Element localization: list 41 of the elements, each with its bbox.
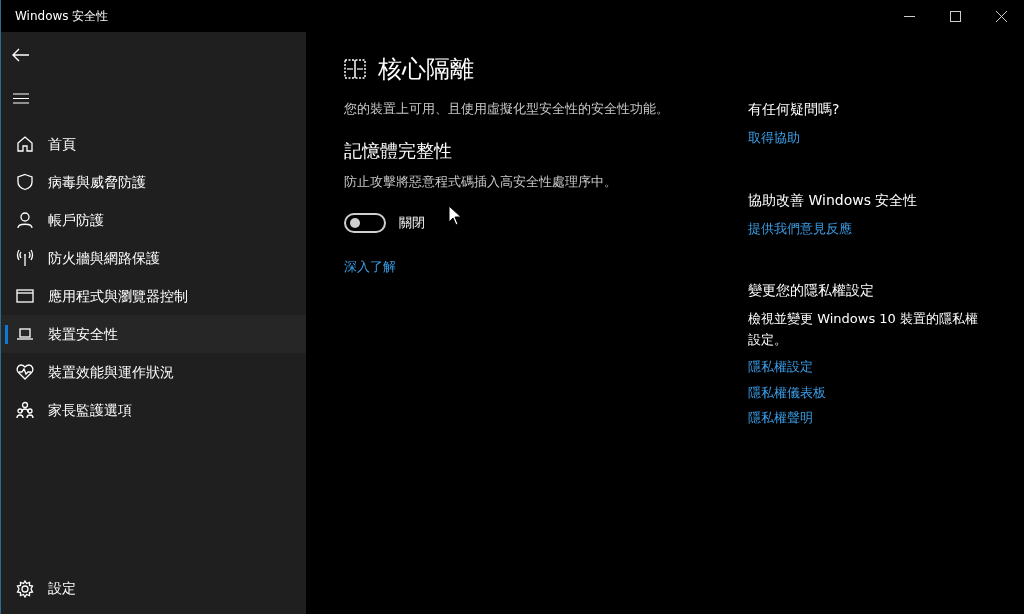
toggle-switch[interactable]: [344, 213, 386, 233]
aside-link[interactable]: 隱私權設定: [748, 359, 813, 375]
shield-icon: [16, 173, 34, 191]
aside-link[interactable]: 隱私權聲明: [748, 410, 813, 426]
nav-item[interactable]: 家長監護選項: [1, 391, 306, 429]
section-description: 防止攻擊將惡意程式碼插入高安全性處理序中。: [344, 172, 618, 191]
chip-isolation-icon: [344, 59, 366, 79]
aside-link[interactable]: 提供我們意見反應: [748, 220, 852, 236]
learn-more-link[interactable]: 深入了解: [344, 259, 396, 274]
aside-text: 檢視並變更 Windows 10 裝置的隱私權設定。: [748, 310, 978, 349]
nav-item[interactable]: 應用程式與瀏覽器控制: [1, 277, 306, 315]
back-arrow-icon: [12, 48, 30, 63]
aside-link[interactable]: 取得協助: [748, 130, 800, 145]
mouse-pointer-icon: [448, 205, 462, 227]
close-icon: [995, 10, 1007, 22]
browser-window-icon: [16, 287, 34, 305]
aside-heading: 有任何疑問嗎?: [748, 100, 841, 119]
settings-nav-item[interactable]: 設定: [1, 569, 306, 608]
home-icon: [16, 135, 34, 153]
heartbeat-icon: [16, 363, 34, 381]
family-icon: [16, 401, 34, 419]
maximize-icon: [949, 10, 961, 22]
aside-heading: 協助改善 Windows 安全性: [748, 190, 919, 210]
person-icon: [16, 211, 34, 229]
laptop-icon: [16, 325, 34, 343]
nav-item[interactable]: 病毒與威脅防護: [1, 163, 306, 201]
toggle-label: 關閉: [399, 214, 425, 233]
settings-icon: [16, 579, 34, 598]
aside-link[interactable]: 隱私權儀表板: [748, 384, 826, 400]
page-description: 您的裝置上可用、且使用虛擬化型安全性的安全性功能。: [344, 100, 670, 118]
section-heading: 記憶體完整性: [344, 138, 453, 163]
nav-item[interactable]: 帳戶防護: [1, 201, 306, 239]
menu-icon: [13, 93, 29, 104]
window-title: Windows 安全性: [14, 8, 110, 25]
nav-item[interactable]: 防火牆與網路保護: [1, 239, 306, 277]
page-title: 核心隔離: [378, 54, 474, 85]
nav-item[interactable]: 裝置效能與運作狀況: [1, 353, 306, 391]
nav-item[interactable]: 裝置安全性: [1, 315, 306, 353]
antenna-icon: [16, 249, 34, 267]
aside-heading: 變更您的隱私權設定: [748, 281, 875, 300]
nav-item[interactable]: 首頁: [1, 125, 306, 163]
